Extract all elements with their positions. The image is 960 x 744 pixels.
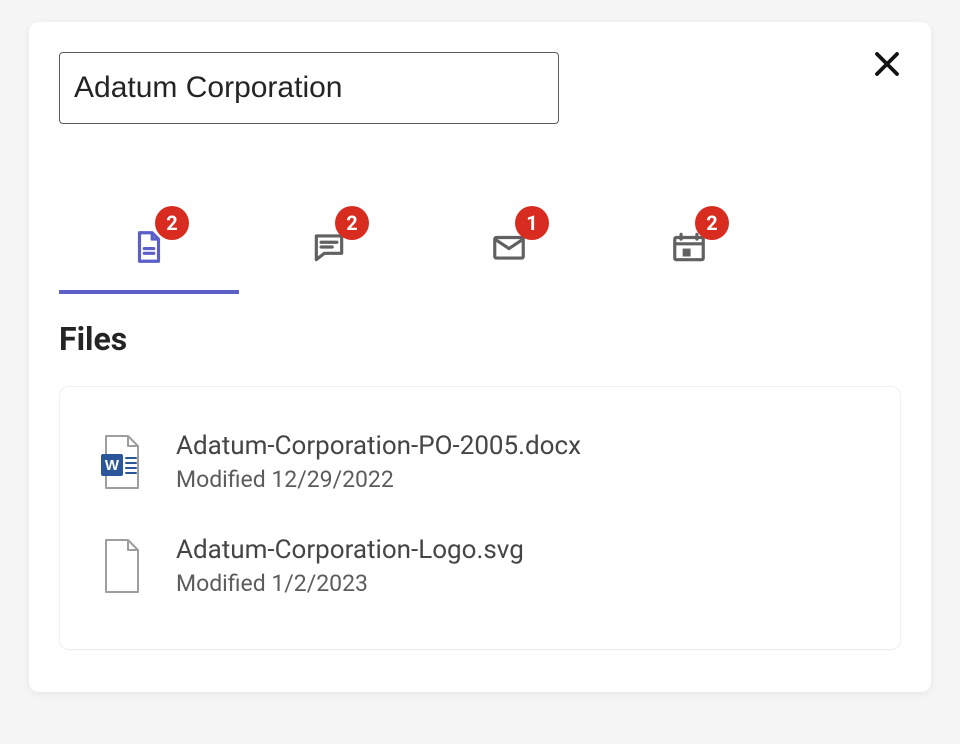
tab-mail[interactable]: 1 <box>419 202 599 292</box>
close-icon <box>872 49 902 79</box>
file-name: Adatum-Corporation-PO-2005.docx <box>176 431 581 462</box>
result-tabs: 2 2 1 <box>59 202 901 292</box>
section-title-files: Files <box>59 320 901 358</box>
chat-badge: 2 <box>335 206 369 240</box>
file-result-row[interactable]: Adatum-Corporation-Logo.svg Modified 1/2… <box>100 517 860 621</box>
generic-file-icon <box>100 538 144 594</box>
tab-calendar[interactable]: 2 <box>599 202 779 292</box>
word-document-icon: W <box>100 434 144 490</box>
mail-badge: 1 <box>515 206 549 240</box>
file-modified-date: Modified 1/2/2023 <box>176 570 524 597</box>
tab-chat[interactable]: 2 <box>239 202 419 292</box>
file-modified-date: Modified 12/29/2022 <box>176 466 581 493</box>
files-badge: 2 <box>155 206 189 240</box>
tab-files[interactable]: 2 <box>59 202 239 292</box>
close-button[interactable] <box>867 44 907 84</box>
svg-text:W: W <box>105 457 120 474</box>
file-text-group: Adatum-Corporation-PO-2005.docx Modified… <box>176 431 581 493</box>
file-result-row[interactable]: W Adatum-Corporation-PO-2005.docx Modifi… <box>100 421 860 517</box>
files-results-card: W Adatum-Corporation-PO-2005.docx Modifi… <box>59 386 901 650</box>
file-name: Adatum-Corporation-Logo.svg <box>176 535 524 566</box>
file-text-group: Adatum-Corporation-Logo.svg Modified 1/2… <box>176 535 524 597</box>
search-results-panel: 2 2 1 <box>29 22 931 692</box>
calendar-badge: 2 <box>695 206 729 240</box>
search-input[interactable] <box>59 52 559 124</box>
